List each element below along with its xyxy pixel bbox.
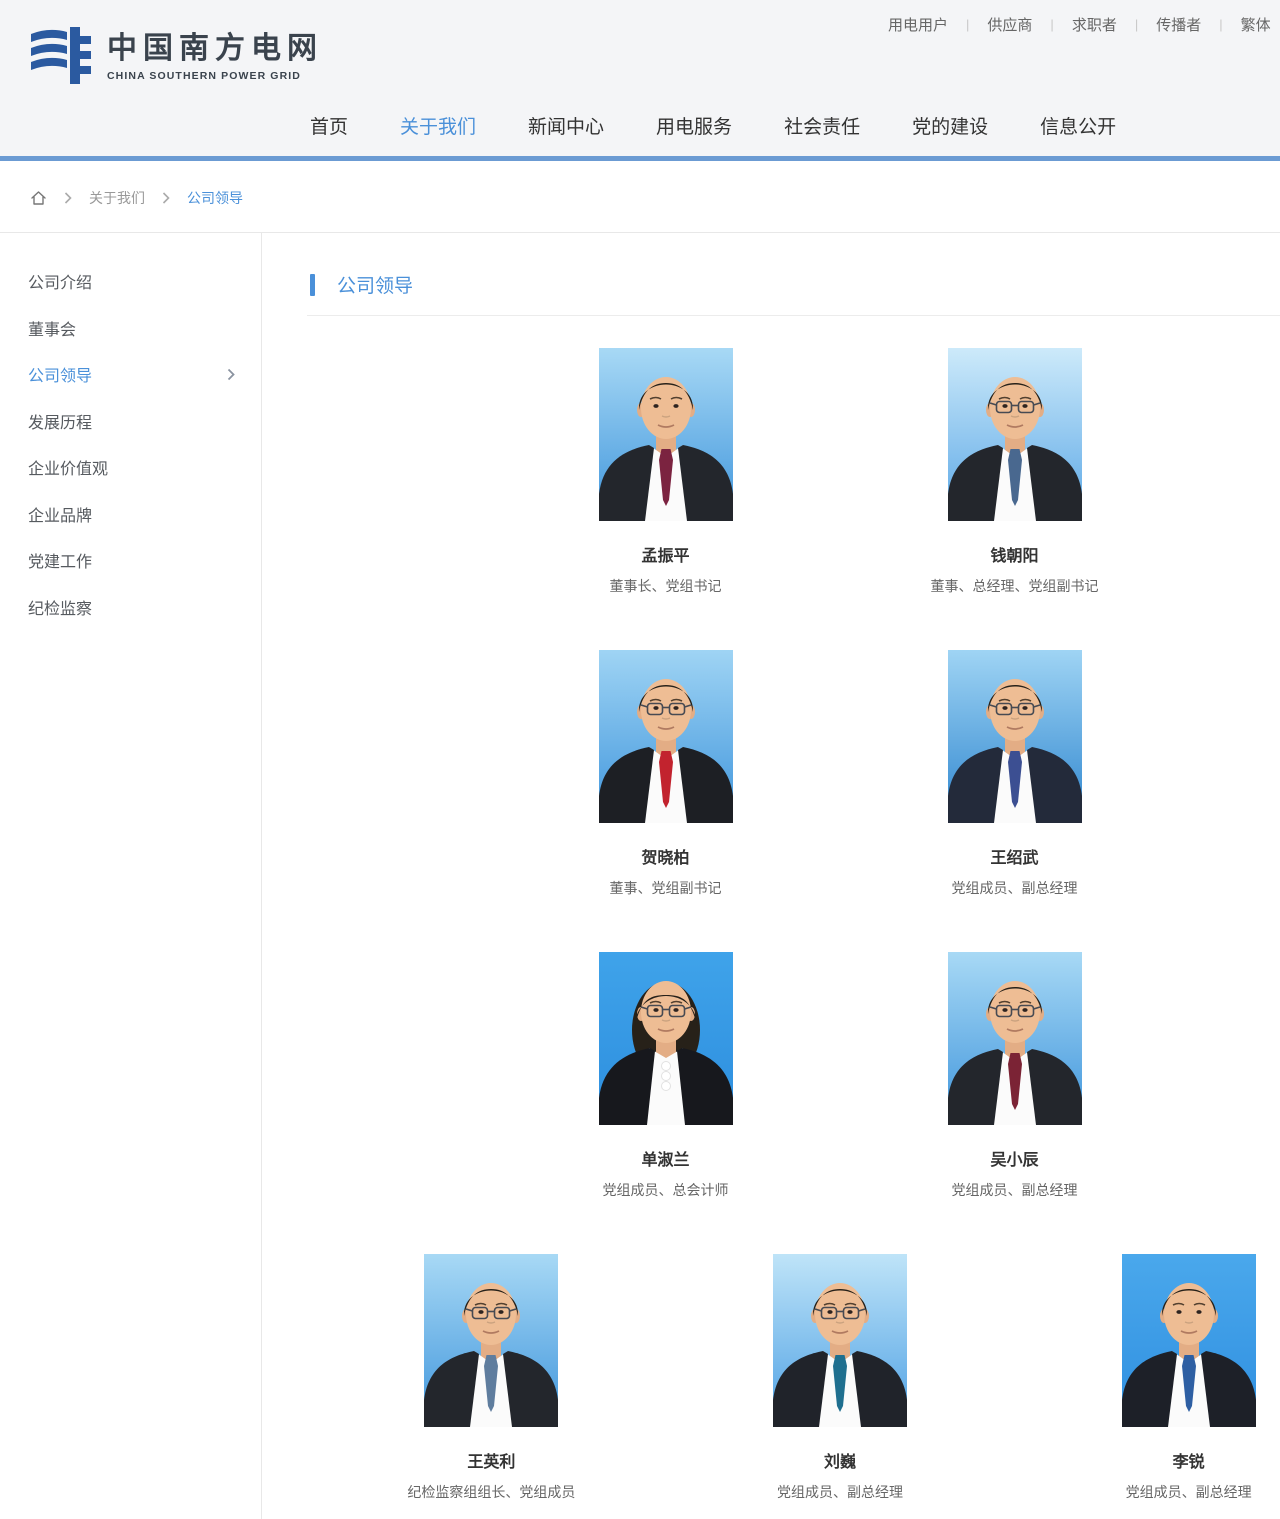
sidebar-item-label: 党建工作 <box>28 548 92 572</box>
sidebar-item-label: 企业价值观 <box>28 455 108 479</box>
leader-photo[interactable] <box>948 650 1082 823</box>
sidebar-item-4[interactable]: 发展历程 <box>0 398 261 445</box>
breadcrumb-about[interactable]: 关于我们 <box>89 188 145 208</box>
breadcrumb-current[interactable]: 公司领导 <box>187 188 243 208</box>
sidebar-item-2[interactable]: 董事会 <box>0 305 261 352</box>
leader-card: 王绍武党组成员、副总经理 <box>840 650 1189 898</box>
top-link-5[interactable]: 繁体 <box>1241 14 1271 35</box>
nav-accent-line <box>0 156 1280 161</box>
leader-name: 贺晓柏 <box>491 844 840 868</box>
leader-card: 钱朝阳董事、总经理、党组副书记 <box>840 348 1189 596</box>
top-link-separator: | <box>1050 17 1053 32</box>
leader-photo[interactable] <box>948 348 1082 521</box>
leader-row: 王英利纪检监察组组长、党组成员刘巍党组成员、副总经理李锐党组成员、副总经理 <box>317 1254 1280 1502</box>
leader-name: 吴小辰 <box>840 1146 1189 1170</box>
sidebar-item-label: 企业品牌 <box>28 502 92 526</box>
leader-name: 李锐 <box>1014 1448 1280 1472</box>
sidebar-item-label: 董事会 <box>28 316 76 340</box>
leader-name: 单淑兰 <box>491 1146 840 1170</box>
leader-photo[interactable] <box>773 1254 907 1427</box>
top-link-separator: | <box>1135 17 1138 32</box>
sidebar-item-label: 发展历程 <box>28 409 92 433</box>
leader-name: 钱朝阳 <box>840 542 1189 566</box>
chevron-right-icon <box>64 192 72 204</box>
leader-title: 党组成员、副总经理 <box>666 1482 1015 1502</box>
logo-subtitle: CHINA SOUTHERN POWER GRID <box>107 70 323 82</box>
nav-item-2[interactable]: 关于我们 <box>400 112 476 139</box>
sidebar-item-8[interactable]: 纪检监察 <box>0 584 261 631</box>
leaders-grid: 孟振平董事长、党组书记钱朝阳董事、总经理、党组副书记贺晓柏董事、党组副书记王绍武… <box>317 348 1280 1519</box>
nav-item-6[interactable]: 党的建设 <box>912 112 988 139</box>
logo[interactable]: 中国南方电网 CHINA SOUTHERN POWER GRID <box>28 27 323 87</box>
leader-title: 董事、总经理、党组副书记 <box>840 576 1189 596</box>
leader-photo[interactable] <box>424 1254 558 1427</box>
leader-name: 刘巍 <box>666 1448 1015 1472</box>
leader-name: 王英利 <box>317 1448 666 1472</box>
leader-title: 党组成员、副总经理 <box>840 878 1189 898</box>
leader-photo[interactable] <box>599 650 733 823</box>
leader-name: 孟振平 <box>491 542 840 566</box>
sidebar-item-5[interactable]: 企业价值观 <box>0 444 261 491</box>
leader-title: 党组成员、副总经理 <box>840 1180 1189 1200</box>
leader-row: 单淑兰党组成员、总会计师吴小辰党组成员、副总经理 <box>317 952 1280 1200</box>
leader-card: 孟振平董事长、党组书记 <box>491 348 840 596</box>
top-link-separator: | <box>1219 17 1222 32</box>
nav-item-1[interactable]: 首页 <box>310 112 348 139</box>
title-divider <box>307 315 1280 316</box>
sidebar-item-6[interactable]: 企业品牌 <box>0 491 261 538</box>
leader-card: 刘巍党组成员、副总经理 <box>666 1254 1015 1502</box>
sidebar-item-7[interactable]: 党建工作 <box>0 537 261 584</box>
leader-card: 单淑兰党组成员、总会计师 <box>491 952 840 1200</box>
top-link-1[interactable]: 用电用户 <box>888 14 948 35</box>
sidebar-item-1[interactable]: 公司介绍 <box>0 258 261 305</box>
leader-card: 李锐党组成员、副总经理 <box>1014 1254 1280 1502</box>
nav-item-5[interactable]: 社会责任 <box>784 112 860 139</box>
leader-title: 纪检监察组组长、党组成员 <box>317 1482 666 1502</box>
leader-title: 董事、党组副书记 <box>491 878 840 898</box>
home-icon[interactable] <box>30 190 47 206</box>
main-content: 公司领导 孟振平董事长、党组书记钱朝阳董事、总经理、党组副书记贺晓柏董事、党组副… <box>262 233 1280 1519</box>
leader-card: 吴小辰党组成员、副总经理 <box>840 952 1189 1200</box>
title-accent-bar <box>310 274 315 296</box>
page: 用电用户 | 供应商 | 求职者 | 传播者 | 繁体 中国南方电网 CHINA SOUTHER… <box>0 0 1280 1519</box>
sidebar-item-label: 公司介绍 <box>28 269 92 293</box>
nav-item-4[interactable]: 用电服务 <box>656 112 732 139</box>
leader-photo[interactable] <box>1122 1254 1256 1427</box>
leader-card: 王英利纪检监察组组长、党组成员 <box>317 1254 666 1502</box>
leader-title: 党组成员、副总经理 <box>1014 1482 1280 1502</box>
leader-photo[interactable] <box>599 348 733 521</box>
top-link-separator: | <box>966 17 969 32</box>
leader-title: 党组成员、总会计师 <box>491 1180 840 1200</box>
sidebar-item-label: 公司领导 <box>28 362 92 386</box>
top-link-2[interactable]: 供应商 <box>987 14 1032 35</box>
leader-card: 贺晓柏董事、党组副书记 <box>491 650 840 898</box>
nav-item-7[interactable]: 信息公开 <box>1040 112 1116 139</box>
logo-icon <box>28 27 94 87</box>
sidebar-item-3[interactable]: 公司领导 <box>0 351 261 398</box>
chevron-right-icon <box>227 368 235 381</box>
leader-row: 贺晓柏董事、党组副书记王绍武党组成员、副总经理 <box>317 650 1280 898</box>
leader-row: 孟振平董事长、党组书记钱朝阳董事、总经理、党组副书记 <box>317 348 1280 596</box>
sidebar-item-label: 纪检监察 <box>28 595 92 619</box>
logo-text: 中国南方电网 CHINA SOUTHERN POWER GRID <box>107 32 323 82</box>
main-nav: 首页 关于我们 新闻中心 用电服务 社会责任 党的建设 信息公开 <box>310 112 1116 139</box>
breadcrumb: 关于我们 公司领导 <box>30 188 243 208</box>
leader-photo[interactable] <box>948 952 1082 1125</box>
leader-photo[interactable] <box>599 952 733 1125</box>
page-title: 公司领导 <box>310 271 413 298</box>
sidebar: 公司介绍董事会公司领导发展历程企业价值观企业品牌党建工作纪检监察 <box>0 233 262 1519</box>
logo-title: 中国南方电网 <box>107 32 323 67</box>
page-title-text: 公司领导 <box>337 271 413 298</box>
leader-title: 董事长、党组书记 <box>491 576 840 596</box>
site-header: 用电用户 | 供应商 | 求职者 | 传播者 | 繁体 中国南方电网 CHINA SOUTHER… <box>0 0 1280 161</box>
top-link-3[interactable]: 求职者 <box>1072 14 1117 35</box>
nav-item-3[interactable]: 新闻中心 <box>528 112 604 139</box>
top-links: 用电用户 | 供应商 | 求职者 | 传播者 | 繁体 <box>888 14 1271 35</box>
top-link-4[interactable]: 传播者 <box>1156 14 1201 35</box>
chevron-right-icon <box>162 192 170 204</box>
leader-name: 王绍武 <box>840 844 1189 868</box>
